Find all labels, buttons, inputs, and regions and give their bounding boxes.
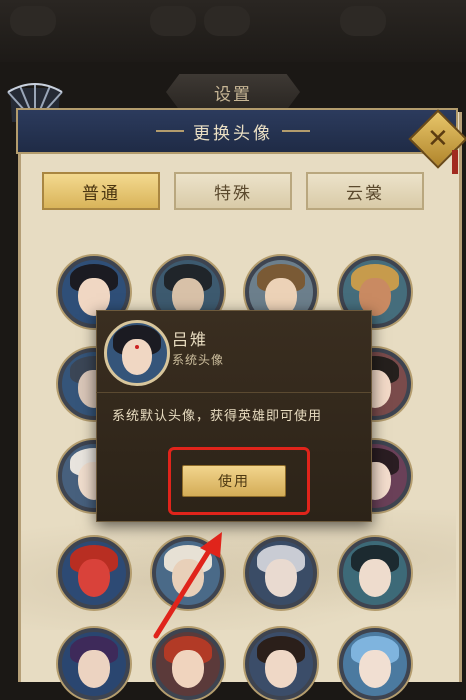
pointer-arrow-icon (150, 532, 230, 642)
avatar-option[interactable] (339, 628, 411, 700)
tab-special[interactable]: 特殊 (174, 172, 292, 210)
use-button-label: 使用 (218, 474, 250, 490)
coin-icon (204, 6, 250, 36)
top-resource-bar (0, 0, 466, 62)
tassel-decoration (452, 150, 458, 174)
hero-avatar (104, 320, 170, 386)
gem-icon (340, 6, 386, 36)
avatar-option[interactable] (58, 628, 130, 700)
resource-icon (150, 6, 196, 36)
popup-divider (96, 392, 372, 393)
avatar-option[interactable] (245, 628, 317, 700)
settings-tab-label: 设置 (214, 84, 252, 105)
settings-tab[interactable]: 设置 (166, 74, 300, 110)
tab-costume[interactable]: 云裳 (306, 172, 424, 210)
hero-type: 系统头像 (172, 353, 225, 367)
avatar-icon (10, 6, 56, 36)
use-button[interactable]: 使用 (182, 465, 286, 497)
avatar-option[interactable] (58, 537, 130, 609)
tab-normal[interactable]: 普通 (42, 172, 160, 210)
tab-costume-label: 云裳 (346, 183, 384, 204)
panel-title: 更换头像 (150, 116, 316, 146)
hero-name: 吕雉 (172, 330, 209, 349)
avatar-option[interactable] (245, 537, 317, 609)
hero-description: 系统默认头像，获得英雄即可使用 (112, 409, 323, 424)
close-x-icon: ✕ (427, 123, 449, 154)
tab-special-label: 特殊 (214, 183, 252, 204)
tab-normal-label: 普通 (82, 183, 120, 204)
avatar-option[interactable] (339, 537, 411, 609)
